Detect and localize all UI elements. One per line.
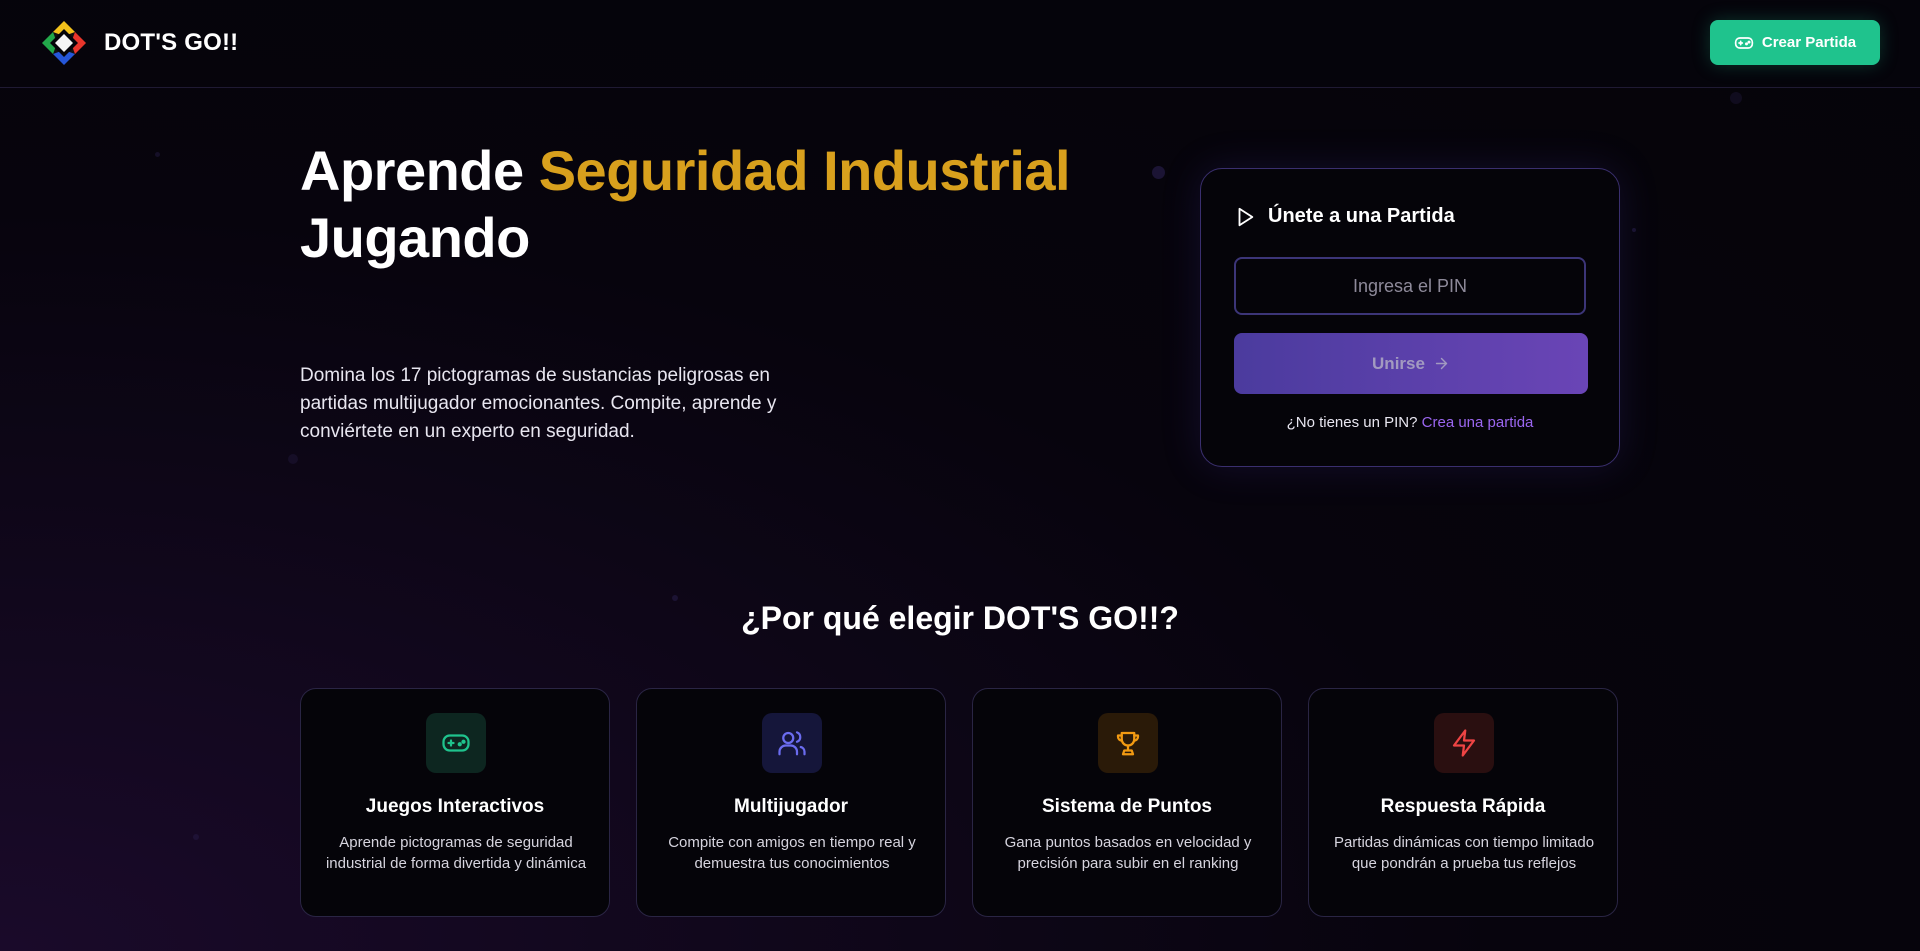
arrow-right-icon xyxy=(1435,357,1448,370)
feature-icon-box xyxy=(426,713,486,773)
pin-input[interactable] xyxy=(1234,257,1586,315)
background-particle xyxy=(1152,166,1165,179)
feature-description: Partidas dinámicas con tiempo limitado q… xyxy=(1333,834,1595,872)
trophy-icon xyxy=(1116,731,1140,756)
feature-card-fast-response: Respuesta Rápida Partidas dinámicas con … xyxy=(1308,688,1618,917)
feature-icon-box xyxy=(1434,713,1494,773)
brand-name: DOT'S GO!! xyxy=(104,29,239,56)
no-pin-text: ¿No tienes un PIN? xyxy=(1286,414,1418,431)
hero-title-part2: Jugando xyxy=(300,206,530,269)
users-icon xyxy=(778,731,806,756)
feature-icon-box xyxy=(1098,713,1158,773)
join-button-label: Unirse xyxy=(1372,353,1425,373)
brand-logo[interactable]: DOT'S GO!! xyxy=(40,19,238,67)
feature-title: Juegos Interactivos xyxy=(365,796,545,817)
feature-description: Aprende pictogramas de seguridad industr… xyxy=(325,834,587,872)
join-game-card: Únete a una Partida Unirse ¿No tienes un… xyxy=(1200,168,1620,467)
hero-title: Aprende Seguridad Industrial Jugando xyxy=(300,137,1071,271)
feature-card-interactive-games: Juegos Interactivos Aprende pictogramas … xyxy=(300,688,610,917)
create-game-link[interactable]: Crea una partida xyxy=(1422,414,1534,431)
feature-description: Gana puntos basados en velocidad y preci… xyxy=(1004,834,1252,872)
feature-icon-box xyxy=(762,713,822,773)
background-particle xyxy=(288,454,298,464)
background-particle xyxy=(1632,228,1636,232)
background-particle xyxy=(155,152,160,157)
join-button[interactable]: Unirse xyxy=(1234,333,1588,394)
top-navbar: DOT'S GO!! Crear Partida xyxy=(0,0,1920,88)
background-particle xyxy=(193,834,199,840)
gamepad-icon xyxy=(442,734,470,752)
feature-card-multiplayer: Multijugador Compite con amigos en tiemp… xyxy=(636,688,946,917)
feature-description: Compite con amigos en tiempo real y demu… xyxy=(668,834,916,872)
hero-title-part1: Aprende xyxy=(300,139,539,202)
lightning-icon xyxy=(1452,729,1476,757)
no-pin-footer: ¿No tienes un PIN? Crea una partida xyxy=(1201,414,1619,431)
gamepad-icon xyxy=(1734,36,1754,49)
join-card-header: Únete a una Partida xyxy=(1234,205,1455,228)
feature-title: Sistema de Puntos xyxy=(1042,796,1212,817)
features-heading: ¿Por qué elegir DOT'S GO!!? xyxy=(741,600,1179,636)
feature-title: Respuesta Rápida xyxy=(1380,796,1546,817)
hero-title-accent: Seguridad Industrial xyxy=(538,139,1071,202)
feature-card-points-system: Sistema de Puntos Gana puntos basados en… xyxy=(972,688,1282,917)
logo-icon xyxy=(42,21,86,65)
feature-title: Multijugador xyxy=(734,796,848,817)
create-game-button[interactable]: Crear Partida xyxy=(1710,20,1880,65)
create-game-label: Crear Partida xyxy=(1761,34,1857,51)
hero-description: Domina los 17 pictogramas de sustancias … xyxy=(300,365,777,442)
join-card-title: Únete a una Partida xyxy=(1268,205,1455,227)
play-icon xyxy=(1238,207,1254,226)
background-particle xyxy=(1730,92,1742,104)
